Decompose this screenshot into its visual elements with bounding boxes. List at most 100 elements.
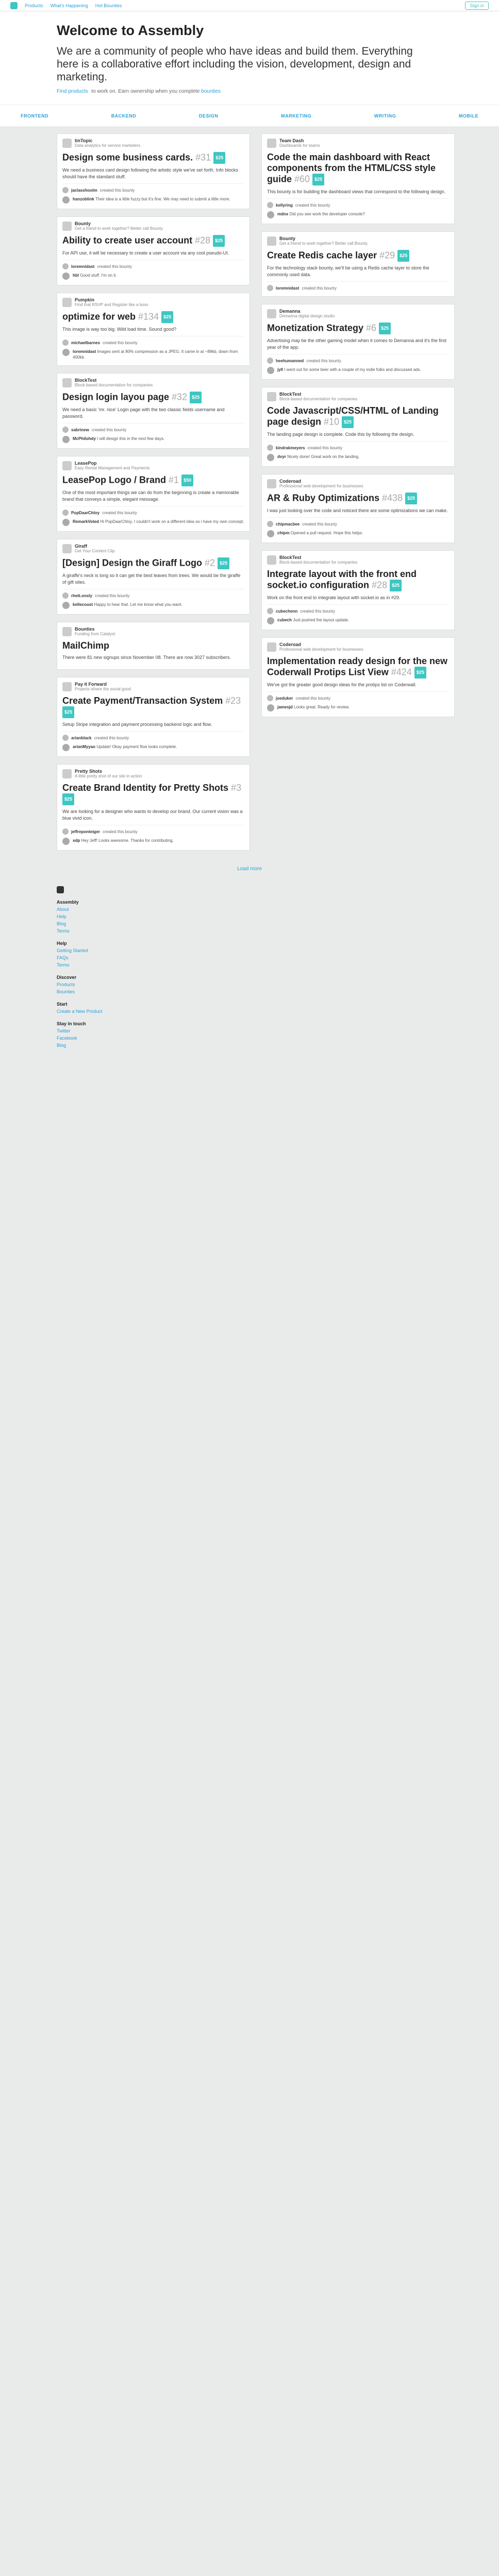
product-avatar-icon[interactable] (62, 544, 72, 553)
bounty-title[interactable]: Code Javascript/CSS/HTML of Landing page… (267, 405, 449, 428)
event-user[interactable]: loremnidast (276, 286, 299, 291)
commenter-avatar[interactable] (62, 744, 70, 751)
bounty-card[interactable]: Pumpkin Find that RSVP and Register like … (57, 293, 250, 366)
user-avatar[interactable] (62, 592, 69, 599)
bounty-card[interactable]: Bounty Get a friend to work together? Bet… (261, 231, 455, 297)
commenter-avatar[interactable] (62, 602, 70, 609)
category-frontend[interactable]: FRONTEND (21, 113, 48, 118)
product-name[interactable]: BlockTest (279, 392, 357, 397)
commenter-avatar[interactable] (267, 367, 274, 374)
category-writing[interactable]: WRITING (374, 113, 396, 118)
bounty-title[interactable]: LeasePop Logo / Brand #1 $50 (62, 474, 244, 486)
comment-user[interactable]: chipm (277, 531, 290, 535)
footer-link[interactable]: About (57, 906, 499, 913)
event-user[interactable]: sabrinew (71, 428, 89, 432)
comment-user[interactable]: arianMyyao (73, 744, 95, 749)
bounty-title-text[interactable]: Monetization Strategy (267, 323, 363, 333)
bounty-title-text[interactable]: Design login layou page (62, 392, 169, 402)
footer-link[interactable]: Create a New Product (57, 1008, 499, 1015)
footer-link[interactable]: Twitter (57, 1027, 499, 1035)
bounty-title[interactable]: Design login layou page #32 $25 (62, 392, 244, 403)
assembly-logo-icon[interactable] (10, 2, 18, 9)
event-user[interactable]: arianblack (71, 736, 92, 740)
category-marketing[interactable]: MARKETING (281, 113, 311, 118)
sign-in-button[interactable]: Sign in (465, 1, 489, 10)
bounty-title[interactable]: optimize for web #134 $25 (62, 311, 244, 323)
footer-link[interactable]: Facebook (57, 1035, 499, 1042)
user-avatar[interactable] (267, 695, 273, 701)
footer-link[interactable]: Help (57, 913, 499, 920)
comment-user[interactable]: loremnidast (73, 349, 96, 354)
bounty-title-text[interactable]: AR & Ruby Optimizations (267, 493, 379, 503)
bounty-title[interactable]: MailChimp (62, 640, 244, 651)
user-avatar[interactable] (267, 608, 273, 614)
bounty-card[interactable]: Team Dash Dashboards for teams Code the ma… (261, 133, 455, 224)
product-name[interactable]: Demanna (279, 309, 335, 314)
bounty-title[interactable]: [Design] Design the Giraff Logo #2 $25 (62, 557, 244, 569)
nav-whats-happening[interactable]: What's Happening (51, 3, 88, 8)
nav-products[interactable]: Products (25, 3, 43, 8)
commenter-avatar[interactable] (267, 454, 274, 461)
user-avatar[interactable] (267, 285, 273, 291)
product-avatar-icon[interactable] (267, 642, 276, 652)
bounty-title-text[interactable]: LeasePop Logo / Brand (62, 474, 166, 485)
commenter-avatar[interactable] (62, 838, 70, 845)
event-user[interactable]: PopDaarChloy (71, 511, 99, 515)
product-name[interactable]: Bounties (75, 626, 115, 632)
bounty-title[interactable]: Create Brand Identity for Pretty Shots #… (62, 783, 244, 805)
product-name[interactable]: Giraff (75, 544, 114, 549)
product-avatar-icon[interactable] (267, 309, 276, 318)
event-user[interactable]: kindrakmeyers (276, 446, 305, 450)
user-avatar[interactable] (267, 358, 273, 364)
user-avatar[interactable] (267, 202, 273, 208)
bounty-card[interactable]: tinTopic Data analytics for service marke… (57, 133, 250, 209)
event-user[interactable]: loremnidast (71, 264, 94, 269)
footer-link[interactable]: Products (57, 981, 499, 988)
user-avatar[interactable] (62, 263, 69, 269)
product-name[interactable]: Bounty (75, 221, 163, 226)
footer-link[interactable]: Terms (57, 961, 499, 969)
event-user[interactable]: heehumanned (276, 359, 304, 363)
bounty-title-text[interactable]: Create Payment/Transaction System (62, 696, 223, 706)
category-design[interactable]: DESIGN (199, 113, 219, 118)
bounty-card[interactable]: Coderoad Professional web development for… (261, 474, 455, 543)
user-avatar[interactable] (267, 445, 273, 451)
commenter-avatar[interactable] (62, 519, 70, 526)
footer-link[interactable]: FAQs (57, 954, 499, 961)
bounty-card[interactable]: Pretty Shots A little pretty shot of our … (57, 764, 250, 851)
bounty-title-text[interactable]: Ability to create user account (62, 235, 192, 245)
product-avatar-icon[interactable] (62, 461, 72, 470)
event-user[interactable]: kellyring (276, 203, 293, 208)
bounty-title[interactable]: Implementation ready design for the new … (267, 656, 449, 679)
commenter-avatar[interactable] (267, 211, 274, 218)
footer-link[interactable]: Blog (57, 1042, 499, 1049)
event-user[interactable]: michaelbarnes (71, 341, 100, 345)
bounty-title[interactable]: Create Payment/Transaction System #23 $2… (62, 696, 244, 718)
category-mobile[interactable]: MOBILE (459, 113, 478, 118)
user-avatar[interactable] (62, 187, 69, 193)
event-user[interactable]: joeduker (276, 696, 293, 701)
bounty-card[interactable]: Bounty Get a friend to work together? Bet… (57, 216, 250, 285)
comment-user[interactable]: mdnx (277, 212, 288, 216)
comment-user[interactable]: dvyr (277, 454, 286, 459)
user-avatar[interactable] (267, 521, 273, 527)
bounty-title[interactable]: Create Redis cache layer #29 $25 (267, 250, 449, 262)
footer-link[interactable]: Getting Started (57, 947, 499, 954)
product-name[interactable]: tinTopic (75, 138, 140, 143)
product-name[interactable]: Bounty (279, 236, 368, 241)
bounty-card[interactable]: BlockTest Block-based documentation for c… (57, 373, 250, 449)
product-name[interactable]: Pay it Forward (75, 682, 131, 687)
product-avatar-icon[interactable] (62, 297, 72, 307)
product-name[interactable]: BlockTest (279, 555, 357, 560)
bounty-title-text[interactable]: Create Brand Identity for Pretty Shots (62, 783, 228, 793)
product-avatar-icon[interactable] (62, 221, 72, 231)
bounty-card[interactable]: Demanna Demanna digital design studio Mone… (261, 304, 455, 380)
bounty-card[interactable]: LeasePop Easy Rental Management and Payme… (57, 456, 250, 532)
bounty-card[interactable]: Bounties Funding from Catalyst MailChimp Th… (57, 622, 250, 670)
product-name[interactable]: Pretty Shots (75, 769, 142, 774)
comment-user[interactable]: jyll (277, 367, 283, 372)
bounty-title-text[interactable]: [Design] Design the Giraff Logo (62, 557, 202, 568)
product-avatar-icon[interactable] (267, 236, 276, 246)
category-backend[interactable]: BACKEND (111, 113, 137, 118)
bounty-title[interactable]: AR & Ruby Optimizations #438 $25 (267, 493, 449, 504)
